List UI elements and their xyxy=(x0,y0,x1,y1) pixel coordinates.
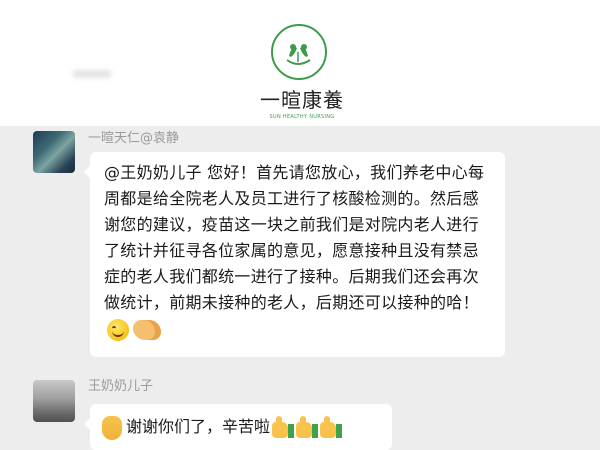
sender-name: 一暄天仁@袁静 xyxy=(88,131,180,146)
avatar[interactable] xyxy=(33,380,75,422)
message-bubble[interactable]: @王奶奶儿子 您好！首先请您放心，我们养老中心每周都是给全院老人及员工进行了核酸… xyxy=(84,152,505,357)
smile-icon xyxy=(107,318,129,341)
blurred-element xyxy=(72,70,112,78)
message-bubble[interactable]: 谢谢你们了，辛苦啦 xyxy=(84,404,392,450)
thumbs-up-icon xyxy=(296,415,319,440)
message-text: @王奶奶儿子 您好！首先请您放心，我们养老中心每周都是给全院老人及员工进行了核酸… xyxy=(104,163,485,312)
logo-icon xyxy=(271,24,327,80)
avatar[interactable] xyxy=(33,131,75,173)
thumbs-up-icon xyxy=(272,415,295,440)
sender-name: 王奶奶儿子 xyxy=(88,379,154,394)
thumbs-up-icon xyxy=(320,415,343,440)
brand-subtitle: SUN HEALTHY NURSING xyxy=(269,114,335,120)
handshake-icon xyxy=(133,319,161,340)
brand-name: 一暄康養 xyxy=(260,88,344,112)
victory-hand-icon xyxy=(102,415,122,440)
header-logo-area: 一暄康養 SUN HEALTHY NURSING xyxy=(0,0,600,126)
message-text: 谢谢你们了，辛苦啦 xyxy=(126,417,271,436)
